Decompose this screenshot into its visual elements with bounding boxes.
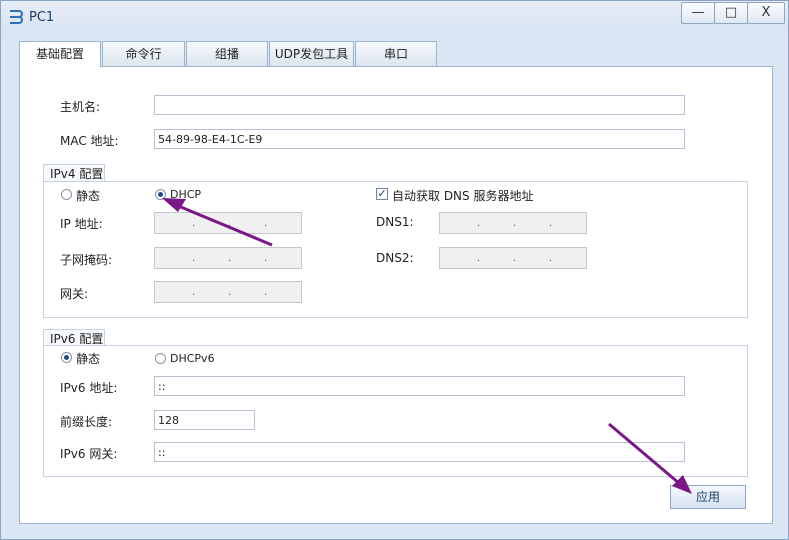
tab-udp-tool[interactable]: UDP发包工具 [269,41,354,66]
gateway-input[interactable]: ... [154,281,302,303]
auto-dns-label: 自动获取 DNS 服务器地址 [392,189,534,203]
close-button[interactable]: X [747,2,785,24]
auto-dns-checkbox[interactable]: ✓ [376,188,388,200]
ipv6-static-radio[interactable] [61,352,72,363]
ipv6-gateway-input[interactable]: :: [154,442,685,462]
ipv4-static-label: 静态 [76,189,101,203]
dns1-input[interactable]: ... [439,212,587,234]
ip-address-input[interactable]: ... [154,212,302,234]
dns2-input[interactable]: ... [439,247,587,269]
prefix-length-input[interactable]: 128 [154,410,255,430]
subnet-mask-input[interactable]: ... [154,247,302,269]
tab-multicast[interactable]: 组播 [186,41,268,66]
tab-basic-config[interactable]: 基础配置 [19,41,101,67]
minimize-button[interactable]: — [681,2,715,24]
ipv6-address-input[interactable]: :: [154,376,685,396]
ipv4-dhcp-radio[interactable] [155,189,166,200]
mac-label: MAC 地址: [60,134,119,148]
tab-serial[interactable]: 串口 [355,41,437,66]
gateway-label: 网关: [60,287,89,301]
ip-address-label: IP 地址: [60,217,103,231]
window-title: PC1 [29,10,55,25]
pc1-window: PC1 — □ X 基础配置 命令行 组播 UDP发包工具 串口 主机名: MA… [0,0,789,540]
title-bar[interactable]: PC1 — □ X [1,1,788,33]
ipv4-dhcp-label: DHCP [170,188,202,201]
ipv6-gateway-label: IPv6 网关: [60,447,118,461]
dhcpv6-radio[interactable] [155,353,166,364]
apply-button[interactable]: 应用 [670,485,746,509]
tab-command-line[interactable]: 命令行 [102,41,185,66]
ipv6-address-label: IPv6 地址: [60,381,118,395]
ipv6-static-label: 静态 [76,352,101,366]
window-client-area: 基础配置 命令行 组播 UDP发包工具 串口 主机名: MAC 地址: 54-8… [8,33,781,533]
dhcpv6-label: DHCPv6 [170,352,215,365]
dns1-label: DNS1: [376,215,414,229]
prefix-length-label: 前缀长度: [60,415,113,429]
mac-input[interactable]: 54-89-98-E4-1C-E9 [154,129,685,149]
hostname-input[interactable] [154,95,685,115]
basic-config-panel: 主机名: MAC 地址: 54-89-98-E4-1C-E9 IPv4 配置 静… [19,66,773,524]
subnet-mask-label: 子网掩码: [60,253,113,267]
maximize-button[interactable]: □ [714,2,748,24]
ipv4-static-radio[interactable] [61,189,72,200]
app-icon [10,10,23,24]
dns2-label: DNS2: [376,251,414,265]
hostname-label: 主机名: [60,100,101,114]
